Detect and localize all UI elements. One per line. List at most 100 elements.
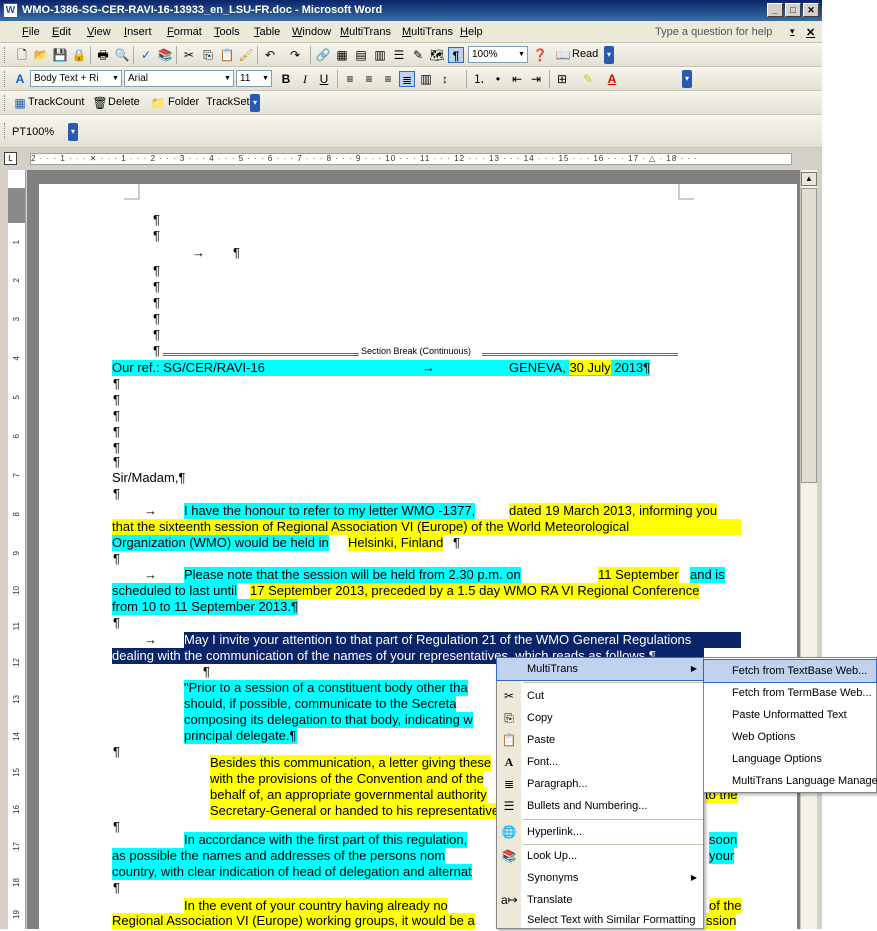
pt100-button[interactable]: PT100%: [12, 126, 54, 138]
research-icon[interactable]: 📚: [157, 47, 173, 63]
read-button[interactable]: Read: [572, 48, 598, 60]
toolbar-options-icon[interactable]: ▾: [682, 70, 692, 88]
minimize-button[interactable]: _: [767, 3, 783, 17]
redo-icon[interactable]: ↷: [287, 47, 303, 63]
submenu-paste-unformatted[interactable]: Paste Unformatted Text: [704, 704, 876, 726]
columns-icon[interactable]: ☰: [391, 47, 407, 63]
close-button[interactable]: ✕: [803, 3, 819, 17]
para1-line3a: Organization (WMO) would be held in: [112, 535, 329, 551]
save-icon[interactable]: 💾: [52, 47, 68, 63]
justify-icon[interactable]: ≣: [399, 71, 415, 87]
submenu-language-manager[interactable]: MultiTrans Language Manager: [704, 770, 877, 792]
zoom-combo[interactable]: 100% ▼: [468, 46, 528, 63]
context-paragraph[interactable]: ≣ Paragraph...: [497, 773, 703, 795]
underline-button[interactable]: U: [316, 71, 332, 87]
scroll-up-arrow[interactable]: ▲: [801, 172, 817, 186]
context-bullets-numbering[interactable]: ☰ Bullets and Numbering...: [497, 795, 703, 817]
new-document-icon[interactable]: 🗋: [14, 47, 30, 63]
folder-button[interactable]: Folder: [168, 96, 199, 108]
word-app-icon[interactable]: W: [3, 3, 18, 18]
paste-icon[interactable]: 📋: [219, 47, 235, 63]
context-synonyms[interactable]: Synonyms ▶: [497, 867, 703, 889]
chevron-down-icon[interactable]: ▾: [790, 26, 795, 37]
submenu-fetch-textbase[interactable]: Fetch from TextBase Web...: [703, 659, 877, 683]
italic-button[interactable]: I: [297, 71, 313, 87]
scroll-thumb[interactable]: [801, 188, 817, 483]
trackset-button[interactable]: TrackSet: [206, 96, 250, 108]
hyperlink-icon[interactable]: 🔗: [315, 47, 331, 63]
menu-file[interactable]: File: [22, 26, 40, 38]
context-paste[interactable]: 📋 Paste: [497, 729, 703, 751]
close-doc-icon[interactable]: ✕: [806, 26, 815, 39]
toolbar-options-icon[interactable]: ▾: [68, 123, 78, 141]
submenu-fetch-termbase[interactable]: Fetch from TermBase Web...: [704, 682, 876, 704]
tables-borders-icon[interactable]: ▦: [334, 47, 350, 63]
menu-tools[interactable]: Tools: [214, 26, 240, 38]
context-font[interactable]: A Font...: [497, 751, 703, 773]
styles-icon[interactable]: A: [12, 71, 28, 87]
highlight-icon[interactable]: ✎: [580, 71, 596, 87]
print-preview-icon[interactable]: 🔍: [114, 47, 130, 63]
bullets-icon[interactable]: •: [490, 71, 506, 87]
format-painter-icon[interactable]: 🖌: [238, 47, 254, 63]
context-multitrans[interactable]: MultiTrans ▶: [496, 657, 704, 681]
help-search-box[interactable]: Type a question for help: [655, 26, 772, 38]
context-copy[interactable]: ⎘ Copy: [497, 707, 703, 729]
align-center-icon[interactable]: ≡: [361, 71, 377, 87]
menu-edit[interactable]: Edit: [52, 26, 71, 38]
toolbar-options-icon[interactable]: ▾: [250, 94, 260, 112]
cut-icon[interactable]: ✂: [181, 47, 197, 63]
menu-window[interactable]: Window: [292, 26, 331, 38]
submenu-web-options[interactable]: Web Options: [704, 726, 876, 748]
toolbar-options-icon[interactable]: ▾: [604, 46, 614, 64]
menu-insert[interactable]: Insert: [124, 26, 152, 38]
context-select-similar[interactable]: Select Text with Similar Formatting: [497, 909, 703, 931]
increase-indent-icon[interactable]: ⇥: [528, 71, 544, 87]
borders-icon[interactable]: ⊞: [554, 71, 570, 87]
menu-table[interactable]: Table: [254, 26, 280, 38]
help-icon[interactable]: ❓: [532, 47, 548, 63]
vertical-scrollbar[interactable]: ▲: [800, 170, 817, 929]
section-break-label: Section Break (Continuous): [361, 346, 472, 356]
submenu-arrow-icon: ▶: [690, 873, 697, 882]
drawing-icon[interactable]: ✎: [410, 47, 426, 63]
font-size-combo[interactable]: 11 ▼: [236, 70, 272, 87]
document-map-icon[interactable]: 🗺: [429, 47, 445, 63]
align-right-icon[interactable]: ≡: [380, 71, 396, 87]
permission-icon[interactable]: 🔒: [71, 47, 87, 63]
distributed-icon[interactable]: ▥: [418, 71, 434, 87]
delete-button[interactable]: Delete: [108, 96, 140, 108]
submenu-language-options[interactable]: Language Options: [704, 748, 876, 770]
insert-excel-icon[interactable]: ▥: [372, 47, 388, 63]
context-cut[interactable]: ✂ Cut: [497, 685, 703, 707]
trackcount-button[interactable]: TrackCount: [28, 96, 84, 108]
horizontal-ruler[interactable]: L 2 · · · 1 · · · ✕ · · · 1 · · · 2 · · …: [0, 148, 822, 170]
menu-multitrans-2[interactable]: MultiTrans: [402, 26, 453, 38]
insert-table-icon[interactable]: ▤: [353, 47, 369, 63]
font-color-icon[interactable]: A: [604, 71, 620, 87]
open-folder-icon[interactable]: 📂: [33, 47, 49, 63]
show-hide-pilcrow-icon[interactable]: ¶: [448, 47, 464, 63]
tab-selector[interactable]: L: [4, 152, 17, 165]
pilcrow: ¶: [153, 295, 160, 310]
menu-multitrans-1[interactable]: MultiTrans: [340, 26, 391, 38]
undo-icon[interactable]: ↶: [262, 47, 278, 63]
menu-format[interactable]: Format: [167, 26, 202, 38]
spelling-icon[interactable]: ✓: [138, 47, 154, 63]
print-icon[interactable]: 🖶: [95, 47, 111, 63]
align-left-icon[interactable]: ≡: [342, 71, 358, 87]
bold-button[interactable]: B: [278, 71, 294, 87]
menu-help[interactable]: Help: [460, 26, 483, 38]
decrease-indent-icon[interactable]: ⇤: [509, 71, 525, 87]
maximize-button[interactable]: □: [785, 3, 801, 17]
line-spacing-icon[interactable]: ↕: [437, 71, 453, 87]
context-hyperlink[interactable]: 🌐 Hyperlink...: [497, 821, 703, 843]
numbering-icon[interactable]: ⒈: [471, 71, 487, 87]
copy-icon[interactable]: ⎘: [200, 47, 216, 63]
context-translate[interactable]: a↦ Translate: [497, 889, 703, 911]
font-combo[interactable]: Arial ▼: [124, 70, 234, 87]
menu-view[interactable]: View: [87, 26, 111, 38]
style-combo[interactable]: Body Text + Ri ▼: [30, 70, 122, 87]
our-ref: Our ref.: SG/CER/RAVI-16 →: [112, 360, 509, 376]
context-look-up[interactable]: 📚 Look Up...: [497, 845, 703, 867]
